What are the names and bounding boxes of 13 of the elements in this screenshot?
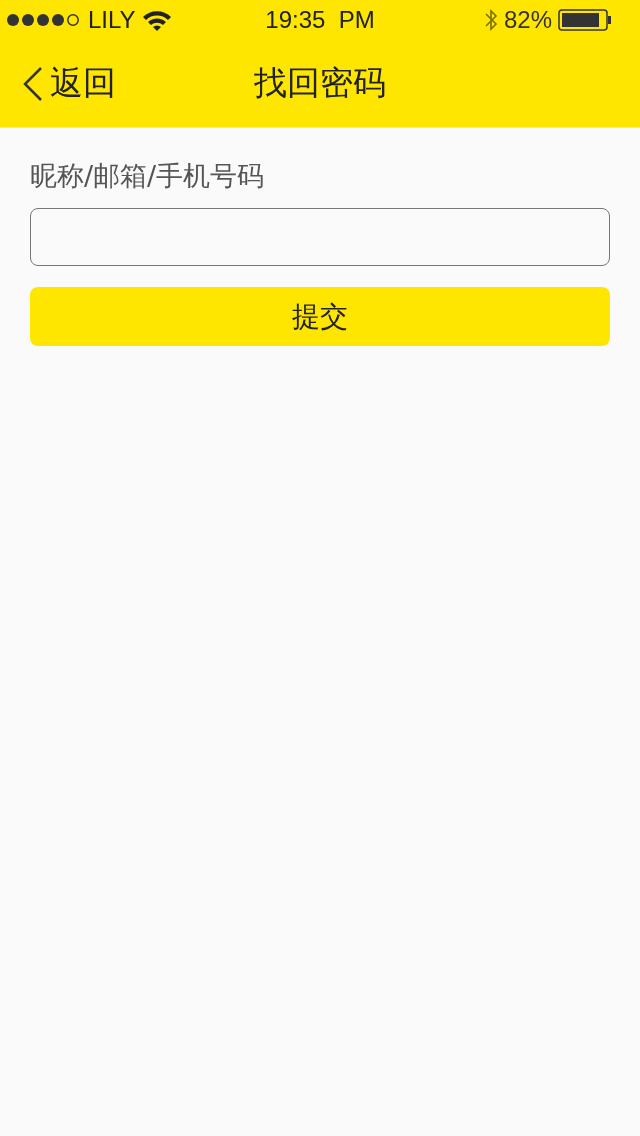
input-field[interactable] <box>30 208 610 266</box>
back-button[interactable]: 返回 <box>0 61 116 106</box>
page-title: 找回密码 <box>254 62 386 104</box>
field-label: 昵称/邮箱/手机号码 <box>30 159 266 193</box>
carrier-name: LILY <box>88 6 136 34</box>
chevron-left-icon <box>22 65 44 102</box>
wifi-icon <box>141 9 172 31</box>
battery-icon <box>558 9 612 31</box>
bluetooth-icon <box>483 8 498 32</box>
status-time: 19:35 PM <box>265 6 375 34</box>
signal-icon <box>6 13 82 27</box>
battery-percent: 82% <box>503 6 552 34</box>
submit-button[interactable]: 提交 <box>30 287 610 346</box>
